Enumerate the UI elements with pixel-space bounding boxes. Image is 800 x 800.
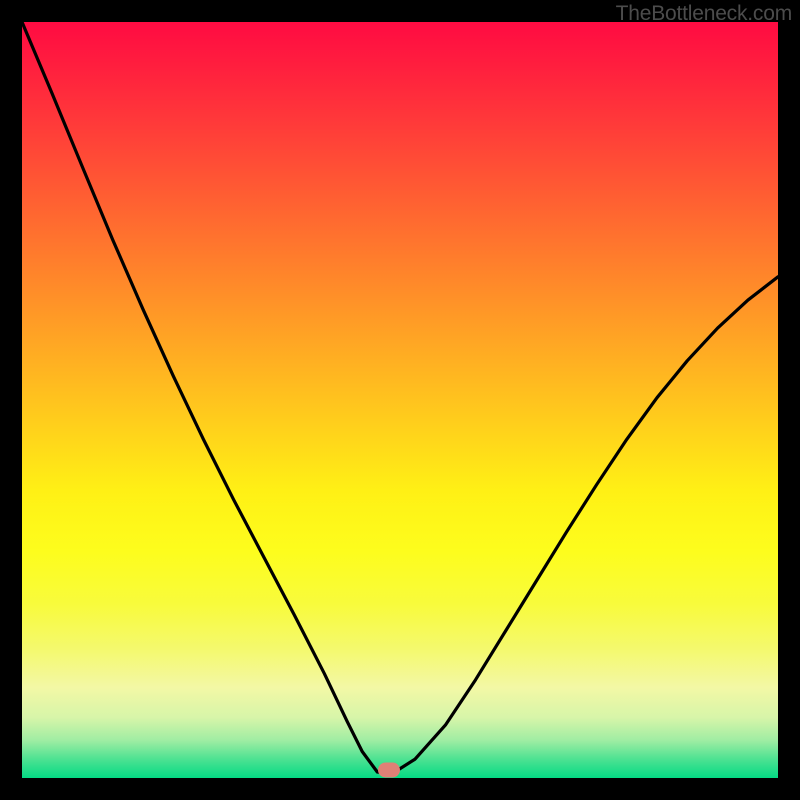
background-gradient	[22, 22, 778, 778]
watermark-text: TheBottleneck.com	[616, 2, 792, 26]
optimum-marker	[378, 763, 400, 778]
chart-plot-area	[22, 22, 778, 778]
